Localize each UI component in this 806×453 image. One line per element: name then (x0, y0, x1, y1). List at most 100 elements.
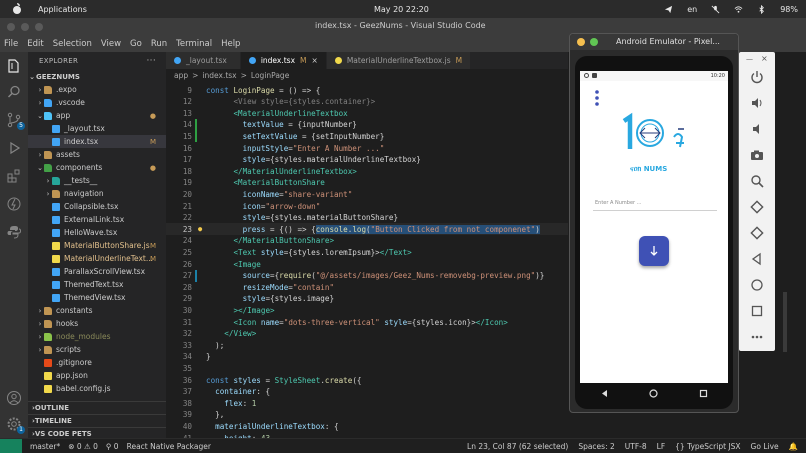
code-line[interactable]: 12 <View style={styles.container}> (166, 96, 568, 108)
indentation[interactable]: Spaces: 2 (578, 442, 614, 451)
overview-icon[interactable] (699, 389, 708, 398)
breadcrumb-file[interactable]: index.tsx (202, 71, 236, 80)
breadcrumb-app[interactable]: app (174, 71, 188, 80)
apple-icon[interactable] (12, 3, 22, 15)
search-icon[interactable] (6, 84, 22, 100)
telegram-icon[interactable] (664, 5, 673, 14)
tree-file[interactable]: MaterialUnderlineText... M (28, 252, 166, 265)
code-line[interactable]: 16 inputStyle="Enter A Number ..." (166, 142, 568, 154)
code-line[interactable]: 40 materialUnderlineTextbox: { (166, 420, 568, 432)
outline-section[interactable]: › OUTLINE (28, 401, 166, 414)
git-branch[interactable]: master* (30, 442, 60, 451)
code-line[interactable]: 9 const LoginPage = () => { (166, 84, 568, 96)
tree-file[interactable]: app.json (28, 369, 166, 382)
code-line[interactable]: 14 textValue = {inputNumber} (166, 118, 568, 131)
code-line[interactable]: 17 style={styles.materialUnderlineTextbo… (166, 154, 568, 166)
dots-three-vertical-icon[interactable] (594, 89, 600, 107)
code-line[interactable]: 28 resizeMode="contain" (166, 281, 568, 293)
tree-file[interactable]: babel.config.js (28, 382, 166, 395)
menu-file[interactable]: File (4, 39, 18, 49)
tree-folder[interactable]: › hooks (28, 317, 166, 330)
bluetooth-icon[interactable] (757, 4, 766, 14)
os-clock[interactable]: May 20 22:20 (374, 5, 429, 14)
tree-folder[interactable]: › .expo (28, 83, 166, 96)
end-of-line[interactable]: LF (657, 442, 666, 451)
editor-tab[interactable]: index.tsx M × (240, 52, 327, 69)
tree-file[interactable]: index.tsx M (28, 135, 166, 148)
tree-folder[interactable]: › constants (28, 304, 166, 317)
code-line[interactable]: 33 ); (166, 339, 568, 351)
editor-scrollbar[interactable] (783, 292, 787, 352)
power-icon[interactable] (750, 70, 764, 84)
code-line[interactable]: 22 style={styles.materialButtonShare} (166, 212, 568, 224)
close-window-button[interactable] (7, 23, 15, 31)
code-line[interactable]: 36 const styles = StyleSheet.create({ (166, 374, 568, 386)
lightbulb-icon[interactable]: ● (198, 225, 202, 233)
encoding[interactable]: UTF-8 (625, 442, 647, 451)
code-line[interactable]: 34} (166, 351, 568, 363)
emu-overview-icon[interactable] (750, 304, 764, 318)
tree-folder[interactable]: ⌄ components ● (28, 161, 166, 174)
wifi-icon[interactable] (734, 5, 743, 14)
code-line[interactable]: 27 source={require("@/assets/images/Geez… (166, 269, 568, 282)
breadcrumb-symbol[interactable]: LoginPage (251, 71, 289, 80)
code-line[interactable]: 13 <MaterialUnderlineTextbox (166, 107, 568, 119)
remote-indicator[interactable] (0, 438, 22, 453)
extensions-icon[interactable] (6, 168, 22, 184)
tree-folder[interactable]: ⌄ app ● (28, 109, 166, 122)
tree-folder[interactable]: › assets (28, 148, 166, 161)
menu-view[interactable]: View (101, 39, 121, 49)
emulator-close-button[interactable] (577, 38, 585, 46)
camera-icon[interactable] (750, 148, 764, 162)
mic-muted-icon[interactable] (711, 5, 720, 14)
close-tab-icon[interactable]: × (312, 56, 318, 65)
code-line[interactable]: 31 <Icon name="dots-three-vertical" styl… (166, 316, 568, 328)
tree-folder[interactable]: › .vscode (28, 96, 166, 109)
keyboard-language[interactable]: en (687, 5, 697, 14)
editor-tab[interactable]: MaterialUnderlineTextbox.js M (326, 52, 472, 69)
ports-count[interactable]: ⚲ 0 (106, 442, 119, 451)
code-line[interactable]: 18 </MaterialUnderlineTextbox> (166, 165, 568, 177)
tree-file[interactable]: ThemedView.tsx (28, 291, 166, 304)
volume-down-icon[interactable] (750, 122, 764, 136)
editor-tab[interactable]: _layout.tsx (166, 52, 241, 69)
tree-file[interactable]: ParallaxScrollView.tsx (28, 265, 166, 278)
number-input[interactable]: Enter A Number ... (593, 197, 717, 211)
remote-explorer-icon[interactable] (6, 196, 22, 212)
code-line[interactable]: 38 flex: 1 (166, 397, 568, 409)
rotate-right-icon[interactable] (750, 226, 764, 240)
tree-folder[interactable]: › __tests__ (28, 174, 166, 187)
run-debug-icon[interactable] (6, 140, 22, 156)
menu-edit[interactable]: Edit (27, 39, 43, 49)
tree-folder[interactable]: › node_modules (28, 330, 166, 343)
tree-folder[interactable]: › scripts (28, 343, 166, 356)
emu-home-icon[interactable] (750, 278, 764, 292)
emulator-zoom-button[interactable] (590, 38, 598, 46)
emu-back-icon[interactable] (750, 252, 764, 266)
code-line[interactable]: 15 setTextValue = {setInputNumber} (166, 130, 568, 143)
tree-file[interactable]: ExternalLink.tsx (28, 213, 166, 226)
tree-file[interactable]: .gitignore (28, 356, 166, 369)
source-control-button[interactable]: 5 (6, 112, 25, 130)
tree-file[interactable]: MaterialButtonShare.js M (28, 239, 166, 252)
cursor-position[interactable]: Ln 23, Col 87 (62 selected) (467, 442, 568, 451)
home-icon[interactable] (649, 388, 659, 398)
zoom-window-button[interactable] (35, 23, 43, 31)
explorer-icon[interactable] (6, 58, 22, 74)
menu-terminal[interactable]: Terminal (176, 39, 212, 49)
code-line[interactable]: 25 <Text style={styles.loremIpsum}></Tex… (166, 246, 568, 258)
battery-percent[interactable]: 98% (780, 5, 798, 14)
go-live-button[interactable]: Go Live (751, 442, 779, 451)
more-actions-icon[interactable]: ··· (147, 56, 156, 66)
code-line[interactable]: 39 }, (166, 409, 568, 421)
code-line[interactable]: 21 icon="arrow-down" (166, 200, 568, 212)
rotate-left-icon[interactable] (750, 200, 764, 214)
code-editor[interactable]: 9 const LoginPage = () => {12 <View style… (166, 82, 568, 438)
account-icon[interactable] (6, 390, 22, 406)
python-icon[interactable] (6, 224, 22, 240)
volume-up-icon[interactable] (750, 96, 764, 110)
manage-button[interactable]: 1 (6, 416, 25, 434)
phone-screen[interactable]: 10:20 ናዐክ NUMS Enter A Number ... (580, 71, 728, 383)
tree-file[interactable]: Collapsible.tsx (28, 200, 166, 213)
code-line[interactable]: 35 (166, 362, 568, 374)
